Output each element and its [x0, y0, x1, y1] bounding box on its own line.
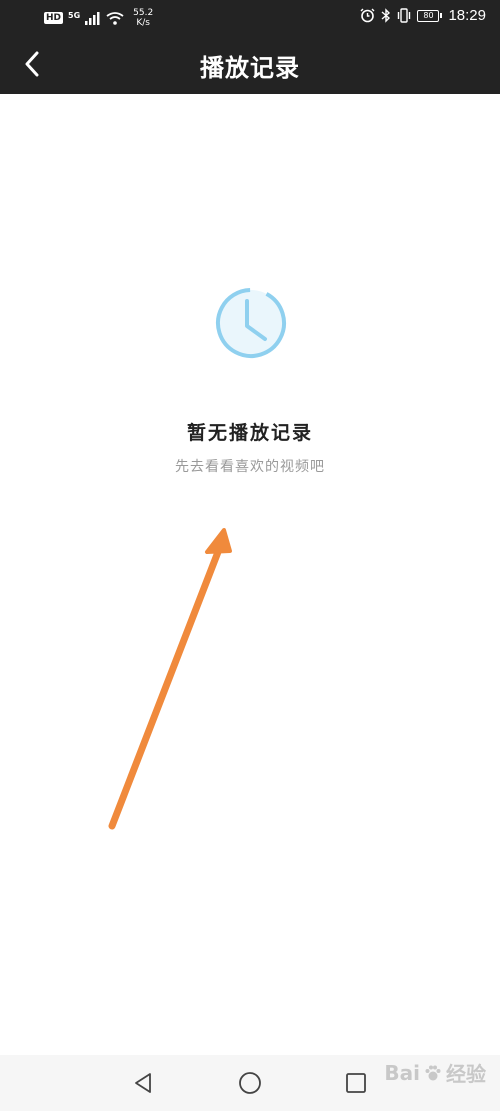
hd-badge: HD — [44, 12, 64, 24]
title-bar: 播放记录 — [0, 34, 500, 94]
network-type: 5G — [68, 10, 81, 20]
circle-home-icon — [239, 1072, 261, 1094]
page-title: 播放记录 — [200, 53, 300, 82]
wifi-icon — [106, 11, 124, 25]
clock-icon — [216, 288, 286, 358]
status-time: 18:29 — [448, 7, 486, 24]
status-bar: HD 5G 55.2 K/s 80 18:29 — [0, 0, 500, 34]
square-recent-icon — [346, 1073, 366, 1093]
speed-value: 55.2 — [133, 8, 154, 18]
vibrate-icon — [398, 8, 411, 23]
speed-unit: K/s — [136, 18, 150, 28]
battery-tip — [440, 13, 443, 18]
status-left: HD 5G 55.2 K/s — [44, 8, 153, 28]
top-bar: HD 5G 55.2 K/s 80 18:29 播放记录 — [0, 0, 500, 94]
network-speed: 55.2 K/s — [133, 8, 153, 28]
bluetooth-icon — [381, 8, 391, 23]
watermark-brand: Bai — [384, 1060, 420, 1085]
nav-recent-button[interactable] — [340, 1067, 372, 1099]
watermark-suffix: 经验 — [446, 1062, 486, 1086]
empty-state-title: 暂无播放记录 — [186, 422, 313, 444]
signal-icon — [85, 11, 100, 25]
alarm-icon — [360, 8, 375, 23]
status-right: 80 18:29 — [360, 7, 486, 24]
paw-icon — [425, 1065, 441, 1080]
annotation-arrow — [108, 528, 232, 830]
triangle-back-icon — [135, 1073, 151, 1093]
nav-back-button[interactable] — [127, 1067, 159, 1099]
watermark: Bai 经验 — [384, 1058, 486, 1087]
empty-state-subtitle: 先去看看喜欢的视频吧 — [175, 459, 325, 475]
battery-indicator: 80 — [417, 9, 443, 22]
battery-level: 80 — [417, 9, 440, 22]
nav-home-button[interactable] — [234, 1067, 266, 1099]
